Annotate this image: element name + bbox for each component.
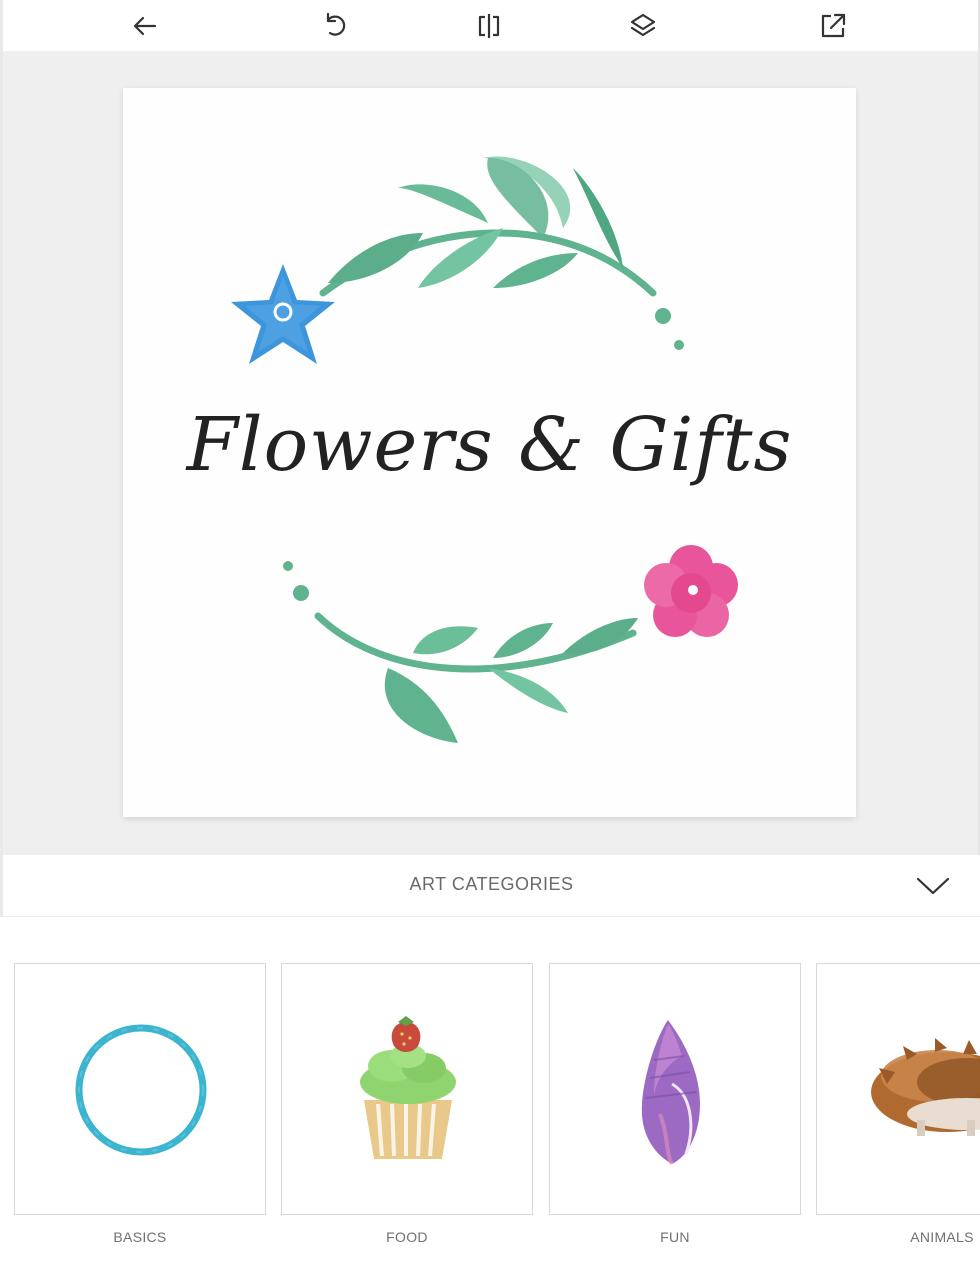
editor-app: Flowers & Gifts ART CATEGORIES BASICS FO… bbox=[0, 0, 980, 1286]
artboard[interactable]: Flowers & Gifts bbox=[123, 88, 856, 817]
flip-horizontal-icon bbox=[478, 14, 500, 38]
category-tile-basics[interactable] bbox=[14, 963, 266, 1215]
seashell-art bbox=[641, 1020, 700, 1166]
hedgehog-art bbox=[871, 1038, 980, 1136]
layers-icon bbox=[630, 13, 656, 37]
category-tile-animals[interactable] bbox=[816, 963, 980, 1215]
circle-ring-art bbox=[75, 1024, 207, 1156]
layers-button[interactable] bbox=[623, 6, 663, 46]
external-share-icon bbox=[821, 13, 846, 38]
category-label-fun: FUN bbox=[660, 1229, 690, 1245]
arrow-left-icon bbox=[133, 16, 157, 36]
undo-button[interactable] bbox=[315, 6, 355, 46]
top-toolbar bbox=[3, 0, 978, 51]
category-label-animals: ANIMALS bbox=[910, 1229, 974, 1245]
export-button[interactable] bbox=[813, 6, 853, 46]
chevron-down-icon bbox=[916, 877, 950, 895]
category-tile-fun[interactable] bbox=[549, 963, 801, 1215]
cupcake-art bbox=[360, 1016, 456, 1159]
flip-button[interactable] bbox=[469, 6, 509, 46]
undo-icon bbox=[326, 12, 346, 36]
category-list: BASICS FOOD FUN ANIMALS bbox=[0, 917, 980, 1286]
art-categories-title: ART CATEGORIES bbox=[409, 874, 574, 894]
back-button[interactable] bbox=[125, 6, 165, 46]
category-label-food: FOOD bbox=[386, 1229, 428, 1245]
collapse-categories-button[interactable] bbox=[913, 871, 953, 901]
art-categories-header: ART CATEGORIES bbox=[3, 855, 980, 917]
canvas-area: Flowers & Gifts bbox=[3, 51, 978, 855]
category-label-basics: BASICS bbox=[113, 1229, 167, 1245]
category-tile-food[interactable] bbox=[281, 963, 533, 1215]
logo-text[interactable]: Flowers & Gifts bbox=[123, 408, 856, 482]
